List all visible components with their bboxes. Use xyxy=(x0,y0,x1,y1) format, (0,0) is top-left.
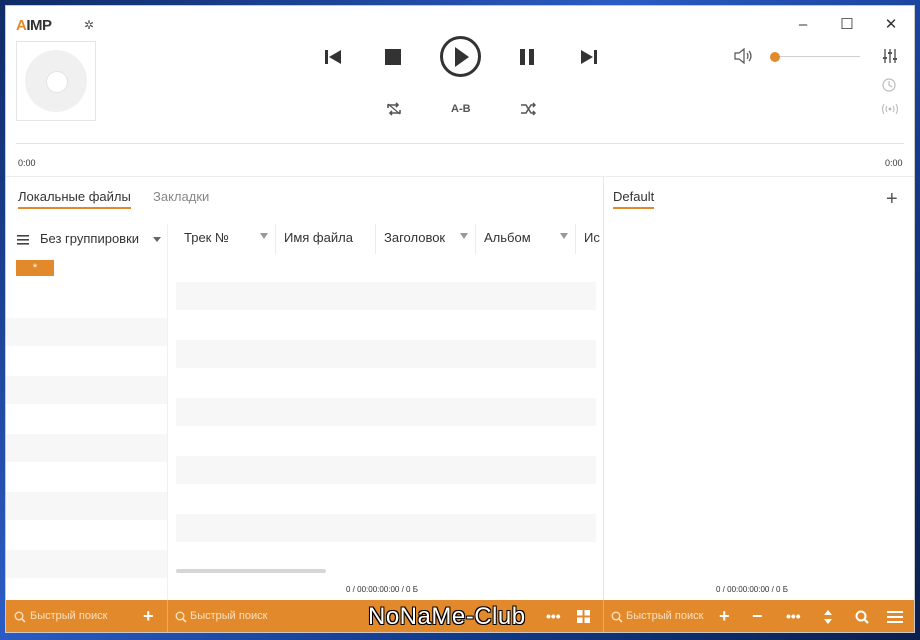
equalizer-button[interactable] xyxy=(882,49,898,66)
column-album[interactable]: Альбом xyxy=(476,224,576,254)
panel-separator xyxy=(603,177,604,600)
gear-icon[interactable]: ✲ xyxy=(84,18,94,32)
horizontal-scrollbar[interactable] xyxy=(176,569,326,573)
library-search-input[interactable]: Быстрый поиск xyxy=(190,610,267,622)
time-elapsed: 0:00 xyxy=(18,158,36,168)
group-column-separator xyxy=(167,224,168,600)
empty-row xyxy=(176,398,596,426)
filter-icon[interactable] xyxy=(560,233,568,239)
speaker-icon xyxy=(734,47,752,65)
empty-row xyxy=(6,550,167,578)
add-files-button[interactable]: + xyxy=(719,606,730,626)
empty-row xyxy=(176,340,596,368)
shuffle-button[interactable] xyxy=(520,102,537,121)
disc-placeholder-icon xyxy=(25,50,87,112)
time-total: 0:00 xyxy=(885,158,903,168)
empty-row xyxy=(176,514,596,542)
empty-row xyxy=(176,282,596,310)
grouping-selector[interactable]: Без группировки xyxy=(40,231,139,246)
album-cover xyxy=(16,41,96,121)
sort-icon[interactable] xyxy=(823,610,833,624)
column-filename[interactable]: Имя файла xyxy=(276,224,376,254)
close-button[interactable]: ✕ xyxy=(876,14,906,36)
search-icon[interactable] xyxy=(855,610,869,624)
previous-track-button[interactable] xyxy=(324,49,342,70)
tab-playlist-default[interactable]: Default xyxy=(613,189,655,209)
pause-icon xyxy=(520,49,534,65)
column-track-number[interactable]: Трек № xyxy=(176,224,276,254)
ab-repeat-button[interactable]: A-B xyxy=(451,103,471,115)
seek-bar[interactable] xyxy=(16,143,904,144)
play-button[interactable] xyxy=(440,36,481,77)
add-group-button[interactable]: + xyxy=(143,606,154,626)
toolbar-separator xyxy=(167,600,168,632)
more-options-button[interactable]: ••• xyxy=(546,606,561,626)
tab-local-files[interactable]: Локальные файлы xyxy=(18,189,131,209)
clock-icon xyxy=(882,78,896,92)
column-artist[interactable]: Ис xyxy=(576,224,603,254)
volume-button[interactable] xyxy=(734,47,754,69)
divider xyxy=(6,176,914,177)
previous-icon xyxy=(325,50,341,64)
remove-files-button[interactable]: − xyxy=(752,606,763,626)
shuffle-icon xyxy=(521,102,537,116)
stop-button[interactable] xyxy=(385,49,401,70)
volume-slider-knob[interactable] xyxy=(770,52,780,62)
playlist-search-input[interactable]: Быстрый поиск xyxy=(626,610,703,622)
play-icon xyxy=(455,47,469,67)
column-title[interactable]: Заголовок xyxy=(376,224,476,254)
playlist-more-button[interactable]: ••• xyxy=(786,606,801,626)
empty-row xyxy=(6,318,167,346)
pause-button[interactable] xyxy=(519,49,535,70)
playlist-summary: 0 / 00:00:00:00 / 0 Б xyxy=(716,585,788,594)
next-icon xyxy=(581,50,597,64)
minimize-button[interactable]: – xyxy=(788,14,818,36)
chevron-down-icon xyxy=(153,237,161,242)
grouping-menu-icon[interactable] xyxy=(17,232,29,250)
grid-view-icon[interactable] xyxy=(577,610,590,623)
filter-icon[interactable] xyxy=(260,233,268,239)
empty-row xyxy=(6,492,167,520)
stop-icon xyxy=(385,49,401,65)
next-track-button[interactable] xyxy=(580,49,598,70)
add-playlist-button[interactable]: + xyxy=(886,188,898,211)
empty-row xyxy=(6,376,167,404)
search-icon xyxy=(175,611,187,623)
repeat-button[interactable] xyxy=(386,102,402,121)
group-search-input[interactable]: Быстрый поиск xyxy=(30,610,107,622)
toolbar-separator xyxy=(603,600,604,632)
group-list-item[interactable]: * xyxy=(16,260,54,276)
volume-slider-track[interactable] xyxy=(774,56,860,57)
aimp-window: AIMP ✲ – ☐ ✕ A-B 0:00 0:00 Локальные фай… xyxy=(5,5,915,633)
radio-button[interactable] xyxy=(881,103,899,118)
empty-row xyxy=(176,456,596,484)
broadcast-icon xyxy=(881,103,899,115)
repeat-icon xyxy=(387,102,401,116)
search-icon xyxy=(611,611,623,623)
empty-row xyxy=(6,434,167,462)
equalizer-icon xyxy=(883,49,897,63)
search-icon xyxy=(14,611,26,623)
sleep-timer-button[interactable] xyxy=(882,78,896,95)
menu-icon[interactable] xyxy=(887,611,903,623)
aimp-logo: AIMP xyxy=(16,17,52,34)
maximize-button[interactable]: ☐ xyxy=(832,14,862,36)
library-summary: 0 / 00:00:00:00 / 0 Б xyxy=(346,585,418,594)
tab-bookmarks[interactable]: Закладки xyxy=(153,189,209,204)
watermark-text: NoNaMe-Club xyxy=(368,603,526,630)
filter-icon[interactable] xyxy=(460,233,468,239)
